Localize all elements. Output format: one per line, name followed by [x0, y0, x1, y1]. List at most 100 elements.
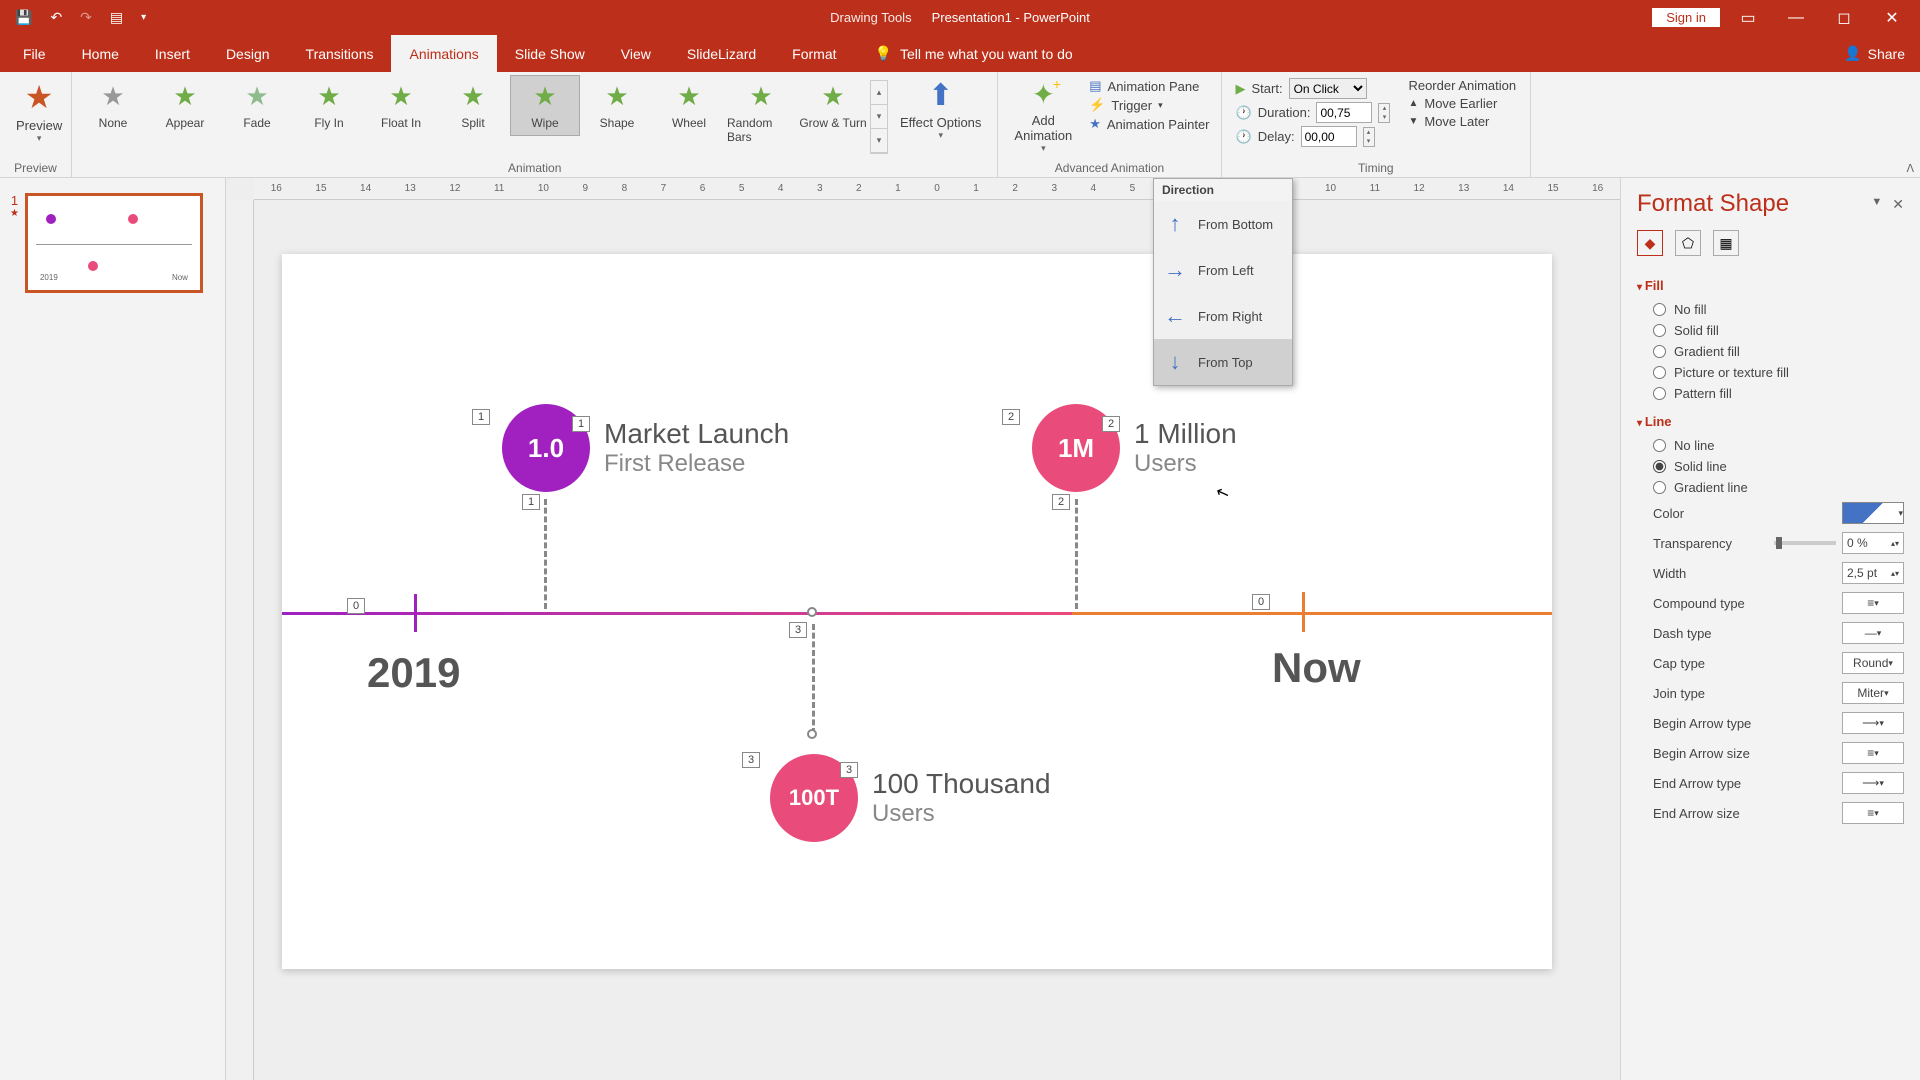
anim-randombars[interactable]: ★Random Bars	[726, 75, 796, 150]
pane-menu-icon[interactable]: ▼	[1871, 196, 1882, 213]
anim-order-tag[interactable]: 0	[1252, 594, 1270, 610]
anim-order-tag[interactable]: 0	[347, 598, 365, 614]
anim-none[interactable]: ★None	[78, 75, 148, 136]
transparency-slider[interactable]	[1774, 541, 1836, 545]
save-icon[interactable]: 💾	[15, 9, 32, 26]
begin-arrow-size-select[interactable]: ≡ ▾	[1842, 742, 1904, 764]
start-select[interactable]: On Click	[1289, 78, 1367, 99]
tab-file[interactable]: File	[5, 35, 64, 72]
anim-order-tag[interactable]: 2	[1002, 409, 1020, 425]
width-input[interactable]: 2,5 pt▴▾	[1842, 562, 1904, 584]
anim-flyin[interactable]: ★Fly In	[294, 75, 364, 136]
tab-slidelizard[interactable]: SlideLizard	[669, 35, 774, 72]
end-arrow-size-select[interactable]: ≡ ▾	[1842, 802, 1904, 824]
delay-input[interactable]	[1301, 126, 1357, 147]
line-color-picker[interactable]: ▾	[1842, 502, 1904, 524]
tab-format[interactable]: Format	[774, 35, 854, 72]
tab-slideshow[interactable]: Slide Show	[497, 35, 603, 72]
compound-type-select[interactable]: ≡ ▾	[1842, 592, 1904, 614]
slide-thumbnail[interactable]: 2019 Now	[25, 193, 203, 293]
qat-customize-icon[interactable]: ▾	[141, 12, 146, 23]
ribbon: ★ Preview ▾ Preview ★None ★Appear ★Fade …	[0, 72, 1920, 178]
anim-growturn[interactable]: ★Grow & Turn	[798, 75, 868, 136]
redo-icon[interactable]: ↷	[80, 9, 92, 26]
milestone-title: Market Launch	[604, 418, 789, 450]
duration-input[interactable]	[1316, 102, 1372, 123]
effects-tab-icon[interactable]: ⬠	[1675, 230, 1701, 256]
gallery-expand[interactable]: ▴▾▾	[870, 80, 888, 154]
picture-fill-radio[interactable]: Picture or texture fill	[1637, 362, 1904, 383]
join-type-select[interactable]: Miter ▾	[1842, 682, 1904, 704]
pattern-fill-radio[interactable]: Pattern fill	[1637, 383, 1904, 404]
anim-floatin[interactable]: ★Float In	[366, 75, 436, 136]
pane-close-icon[interactable]: ✕	[1892, 196, 1904, 213]
arrow-up-icon: ↑	[1164, 211, 1186, 237]
collapse-ribbon-icon[interactable]: ᐱ	[1906, 162, 1914, 175]
direction-from-left[interactable]: →From Left	[1154, 247, 1292, 293]
milestone-2[interactable]: 1M 1 Million Users	[1032, 404, 1237, 492]
transparency-input[interactable]: 0 %▴▾	[1842, 532, 1904, 554]
delay-spinner[interactable]: ▴▾	[1363, 127, 1375, 147]
slide-canvas[interactable]: 0 0 2019 Now 1.0 Market Launch First Rel…	[282, 254, 1552, 969]
close-icon[interactable]: ✕	[1872, 3, 1912, 33]
anim-order-tag[interactable]: 1	[572, 416, 590, 432]
tab-insert[interactable]: Insert	[137, 35, 208, 72]
anim-split[interactable]: ★Split	[438, 75, 508, 136]
direction-from-bottom[interactable]: ↑From Bottom	[1154, 201, 1292, 247]
solid-line-radio[interactable]: Solid line	[1637, 456, 1904, 477]
cap-type-select[interactable]: Round ▾	[1842, 652, 1904, 674]
anim-fade[interactable]: ★Fade	[222, 75, 292, 136]
milestone-1[interactable]: 1.0 Market Launch First Release	[502, 404, 789, 492]
anim-wheel[interactable]: ★Wheel	[654, 75, 724, 136]
move-earlier-button[interactable]: ▲Move Earlier	[1408, 96, 1516, 111]
gradient-fill-radio[interactable]: Gradient fill	[1637, 341, 1904, 362]
dash-type-select[interactable]: — ▾	[1842, 622, 1904, 644]
direction-from-top[interactable]: ↓From Top	[1154, 339, 1292, 385]
add-animation-button[interactable]: ✦+ Add Animation ▾	[1004, 75, 1082, 157]
preview-button[interactable]: ★ Preview ▾	[6, 75, 72, 147]
animation-pane-button[interactable]: ▤Animation Pane	[1089, 78, 1209, 94]
fill-line-tab-icon[interactable]: ◆	[1637, 230, 1663, 256]
tab-home[interactable]: Home	[64, 35, 137, 72]
preview-star-icon: ★	[25, 78, 54, 116]
animation-painter-button[interactable]: ★Animation Painter	[1089, 116, 1209, 132]
move-later-button[interactable]: ▼Move Later	[1408, 114, 1516, 129]
anim-order-tag[interactable]: 3	[840, 762, 858, 778]
star-icon: ★	[173, 81, 196, 112]
anim-appear[interactable]: ★Appear	[150, 75, 220, 136]
anim-order-tag[interactable]: 2	[1052, 494, 1070, 510]
no-line-radio[interactable]: No line	[1637, 435, 1904, 456]
trigger-button[interactable]: ⚡Trigger▾	[1089, 97, 1209, 113]
minimize-icon[interactable]: —	[1776, 3, 1816, 33]
ribbon-display-icon[interactable]: ▭	[1728, 3, 1768, 33]
anim-order-tag[interactable]: 1	[472, 409, 490, 425]
sign-in-button[interactable]: Sign in	[1652, 8, 1720, 27]
tab-view[interactable]: View	[603, 35, 669, 72]
duration-spinner[interactable]: ▴▾	[1378, 103, 1390, 123]
gradient-line-radio[interactable]: Gradient line	[1637, 477, 1904, 498]
fill-section-header[interactable]: Fill	[1637, 278, 1904, 293]
tab-animations[interactable]: Animations	[391, 35, 496, 72]
start-from-beginning-icon[interactable]: ▤	[110, 9, 123, 26]
tell-me-search[interactable]: 💡 Tell me what you want to do	[855, 35, 1073, 72]
anim-wipe[interactable]: ★Wipe	[510, 75, 580, 136]
share-button[interactable]: 👤 Share	[1844, 35, 1920, 72]
size-tab-icon[interactable]: ▦	[1713, 230, 1739, 256]
tab-design[interactable]: Design	[208, 35, 288, 72]
anim-order-tag[interactable]: 3	[789, 622, 807, 638]
begin-arrow-type-select[interactable]: ⟶ ▾	[1842, 712, 1904, 734]
undo-icon[interactable]: ↶	[50, 9, 62, 26]
maximize-icon[interactable]: ◻	[1824, 3, 1864, 33]
direction-from-right[interactable]: ←From Right	[1154, 293, 1292, 339]
anim-order-tag[interactable]: 3	[742, 752, 760, 768]
effect-options-button[interactable]: ⬆ Effect Options ▾	[890, 75, 991, 144]
end-arrow-type-select[interactable]: ⟶ ▾	[1842, 772, 1904, 794]
milestone-3[interactable]: 100T 100 Thousand Users	[770, 754, 1051, 842]
anim-shape[interactable]: ★Shape	[582, 75, 652, 136]
anim-order-tag[interactable]: 1	[522, 494, 540, 510]
tab-transitions[interactable]: Transitions	[288, 35, 392, 72]
line-section-header[interactable]: Line	[1637, 414, 1904, 429]
solid-fill-radio[interactable]: Solid fill	[1637, 320, 1904, 341]
anim-order-tag[interactable]: 2	[1102, 416, 1120, 432]
no-fill-radio[interactable]: No fill	[1637, 299, 1904, 320]
